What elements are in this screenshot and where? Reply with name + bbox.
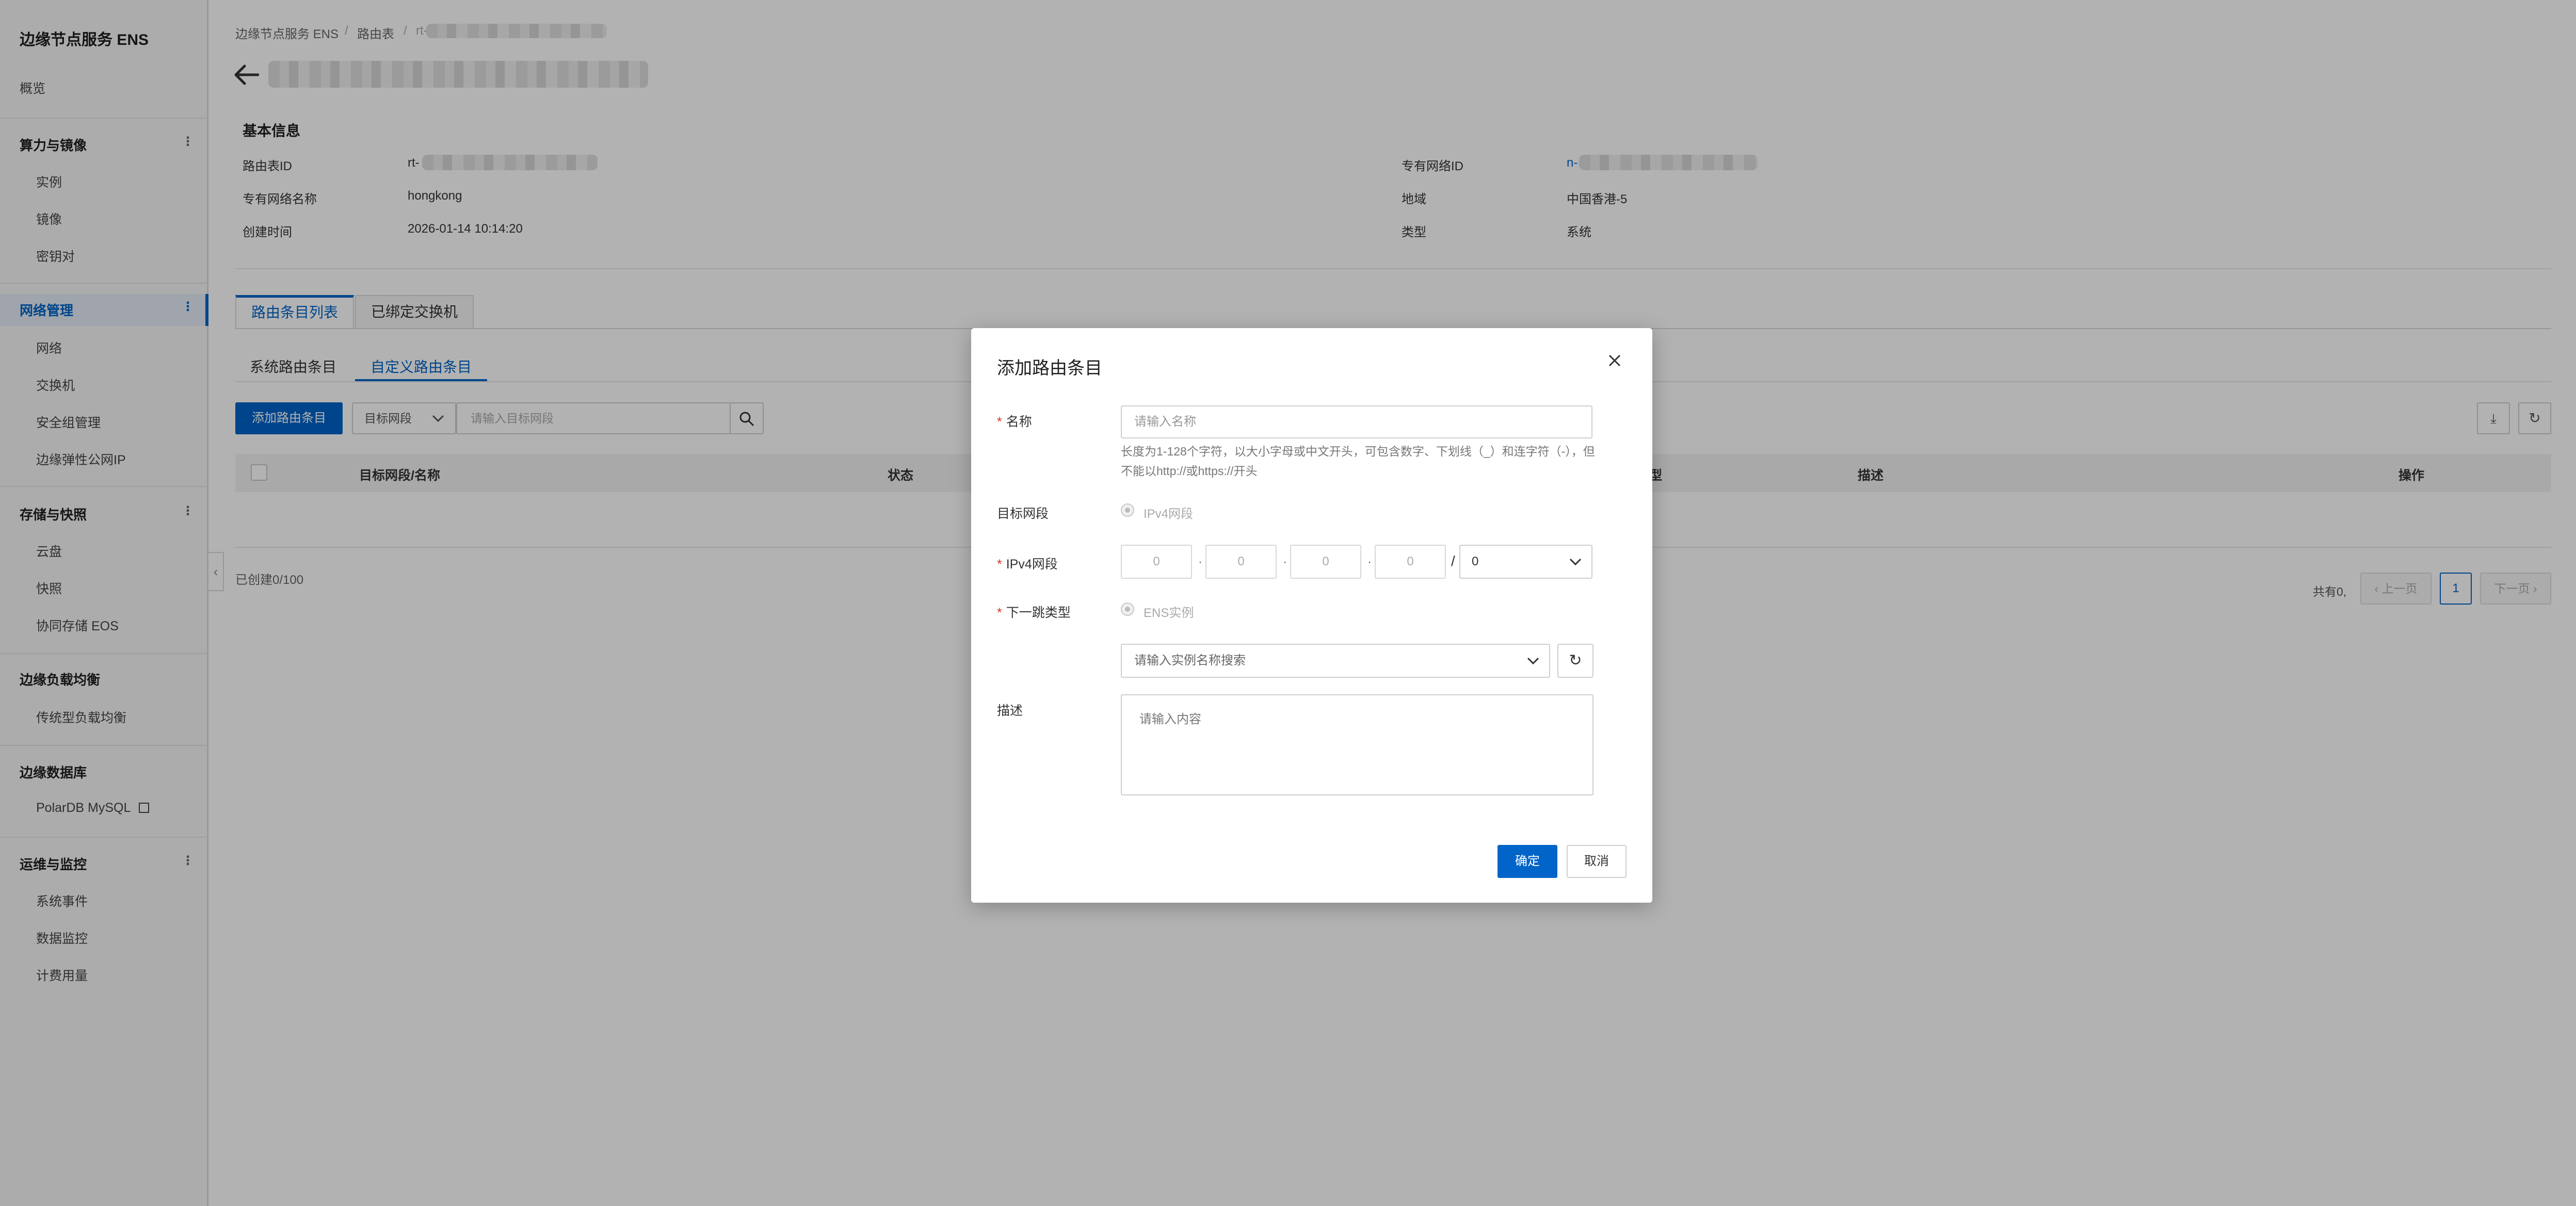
next-hop-type-label: * 下一跳类型	[997, 602, 1071, 621]
instance-search-placeholder: 请输入实例名称搜索	[1134, 654, 1246, 667]
close-icon[interactable]	[1607, 353, 1622, 368]
ens-instance-radio-label: ENS实例	[1144, 606, 1194, 620]
octet-separator: ·	[1367, 555, 1372, 569]
dialog-title: 添加路由条目	[997, 358, 1102, 378]
cancel-button[interactable]: 取消	[1567, 845, 1627, 878]
confirm-button[interactable]: 确定	[1498, 845, 1557, 878]
add-route-entry-dialog: 添加路由条目 * 名称 请输入名称 长度为1-128个字符，以大小字母或中文开头，…	[971, 328, 1652, 903]
mask-separator: /	[1451, 553, 1455, 569]
description-textarea[interactable]: 请输入内容	[1121, 694, 1593, 795]
required-mark: *	[997, 557, 1002, 572]
subnet-mask-value: 0	[1472, 555, 1479, 568]
ens-instance-radio[interactable]	[1121, 602, 1134, 616]
ipv4-radio[interactable]	[1121, 503, 1134, 517]
subnet-mask-select[interactable]: 0	[1459, 545, 1592, 579]
route-name-input[interactable]: 请输入名称	[1121, 405, 1592, 438]
refresh-instances-button[interactable]: ↻	[1557, 644, 1593, 678]
ipv4-radio-label: IPv4网段	[1144, 507, 1194, 521]
instance-search-select[interactable]: 请输入实例名称搜索	[1121, 644, 1550, 678]
ipv4-cidr-label: * IPv4网段	[997, 554, 1058, 573]
octet-separator: ·	[1283, 555, 1287, 569]
refresh-icon: ↻	[1569, 652, 1582, 669]
required-mark: *	[997, 606, 1002, 620]
required-mark: *	[997, 415, 1002, 429]
ipv4-octet-3-input[interactable]: 0	[1290, 545, 1361, 579]
name-help-text: 长度为1-128个字符，以大小字母或中文开头，可包含数字、下划线（_）和连字符（…	[1121, 445, 1595, 478]
name-label: * 名称	[997, 412, 1032, 430]
ipv4-octet-2-input[interactable]: 0	[1205, 545, 1277, 579]
description-label: 描述	[997, 704, 1023, 718]
chevron-down-icon	[1569, 558, 1582, 566]
chevron-down-icon	[1527, 657, 1539, 665]
next-hop-type-label-text: 下一跳类型	[1006, 606, 1071, 620]
name-label-text: 名称	[1006, 415, 1032, 429]
target-cidr-label: 目标网段	[997, 507, 1049, 521]
ipv4-octet-1-input[interactable]: 0	[1121, 545, 1192, 579]
ipv4-cidr-label-text: IPv4网段	[1006, 557, 1058, 572]
ipv4-octet-4-input[interactable]: 0	[1375, 545, 1446, 579]
octet-separator: ·	[1198, 555, 1202, 569]
